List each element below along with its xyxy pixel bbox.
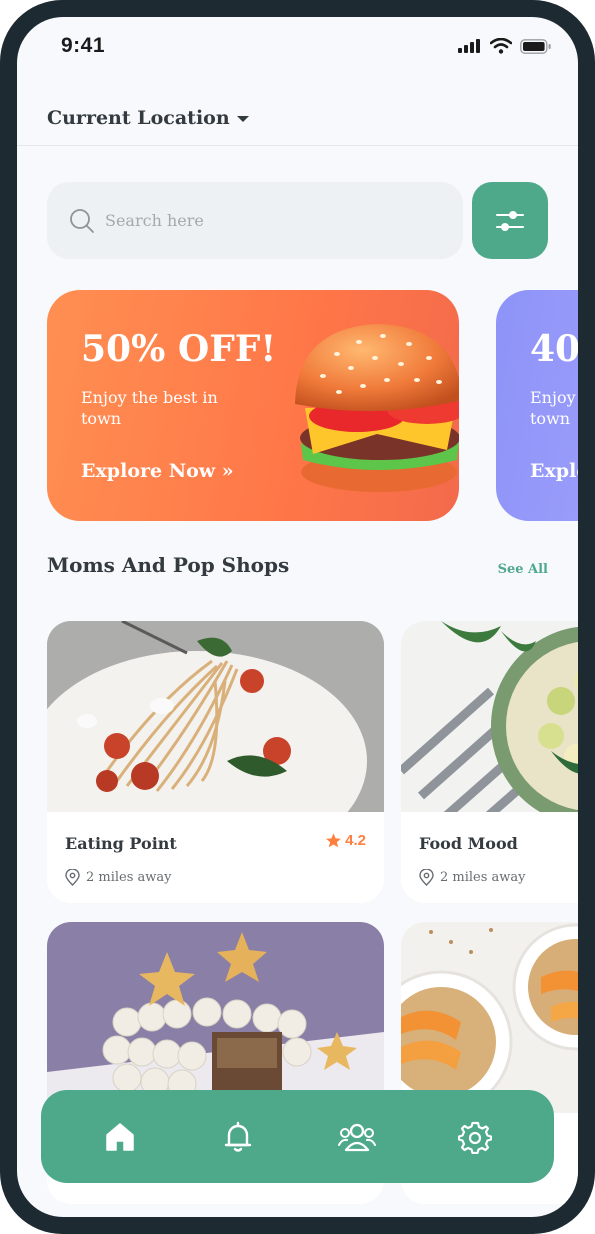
restaurant-name: Eating Point: [65, 834, 177, 853]
location-pin-icon: [419, 869, 434, 886]
restaurant-name: Food Mood: [419, 834, 518, 853]
location-pin-icon: [65, 869, 80, 886]
users-icon: [337, 1123, 376, 1151]
app-screen: 9:41 Current Location Search here 50% OF…: [17, 17, 578, 1217]
battery-icon: [520, 38, 551, 54]
promo-title: 40%: [530, 328, 578, 370]
status-icons: [458, 38, 552, 54]
status-time: 9:41: [61, 34, 106, 57]
nav-community[interactable]: [327, 1107, 387, 1167]
star-icon: [326, 833, 342, 848]
search-bar[interactable]: [47, 182, 463, 259]
signal-icon: [458, 39, 480, 53]
home-icon: [106, 1122, 134, 1151]
rating-badge: 4.2: [325, 832, 366, 849]
nav-settings[interactable]: [445, 1107, 505, 1167]
nav-notifications[interactable]: [208, 1107, 268, 1167]
promo-banner[interactable]: 50% OFF! Enjoy the best in town Explore …: [47, 290, 459, 521]
restaurant-card[interactable]: Eating Point 4.2 2 miles away: [47, 621, 384, 903]
see-all-link[interactable]: See All: [498, 562, 548, 577]
burger-image: [295, 324, 459, 492]
sliders-icon: [496, 210, 524, 231]
promo-banner[interactable]: 40% Enjoy the best in town Explore Now »: [496, 290, 578, 521]
promo-subtitle: Enjoy the best in town: [530, 388, 578, 428]
location-selector[interactable]: Current Location: [47, 107, 249, 129]
distance-label: 2 miles away: [86, 870, 172, 885]
wifi-icon: [490, 38, 512, 54]
bell-icon: [225, 1121, 252, 1152]
distance-row: 2 miles away: [419, 869, 526, 886]
phone-frame: 9:41 Current Location Search here 50% OF…: [0, 0, 595, 1234]
explore-now-link[interactable]: Explore Now »: [81, 460, 234, 482]
fruit-bowl-image: [401, 922, 578, 1113]
nav-home[interactable]: [90, 1107, 150, 1167]
location-label: Current Location: [47, 107, 230, 129]
section-title: Moms And Pop Shops: [47, 553, 290, 577]
gear-icon: [457, 1121, 492, 1154]
explore-now-link[interactable]: Explore Now »: [530, 460, 578, 482]
salad-image: [401, 621, 578, 812]
bottom-nav: [41, 1090, 554, 1183]
search-input[interactable]: [103, 210, 407, 231]
rating-value: 4.2: [345, 832, 366, 849]
distance-label: 2 miles away: [440, 870, 526, 885]
pasta-image: [47, 621, 384, 812]
caret-down-icon: [236, 116, 249, 122]
filter-button[interactable]: [472, 182, 548, 259]
promo-subtitle: Enjoy the best in town: [81, 388, 218, 428]
dessert-image: [47, 922, 384, 1113]
restaurant-card[interactable]: Food Mood 2 miles away: [401, 621, 578, 903]
distance-row: 2 miles away: [65, 869, 172, 886]
search-icon: [69, 208, 95, 234]
header-divider: [17, 145, 578, 146]
promo-title: 50% OFF!: [81, 328, 277, 370]
